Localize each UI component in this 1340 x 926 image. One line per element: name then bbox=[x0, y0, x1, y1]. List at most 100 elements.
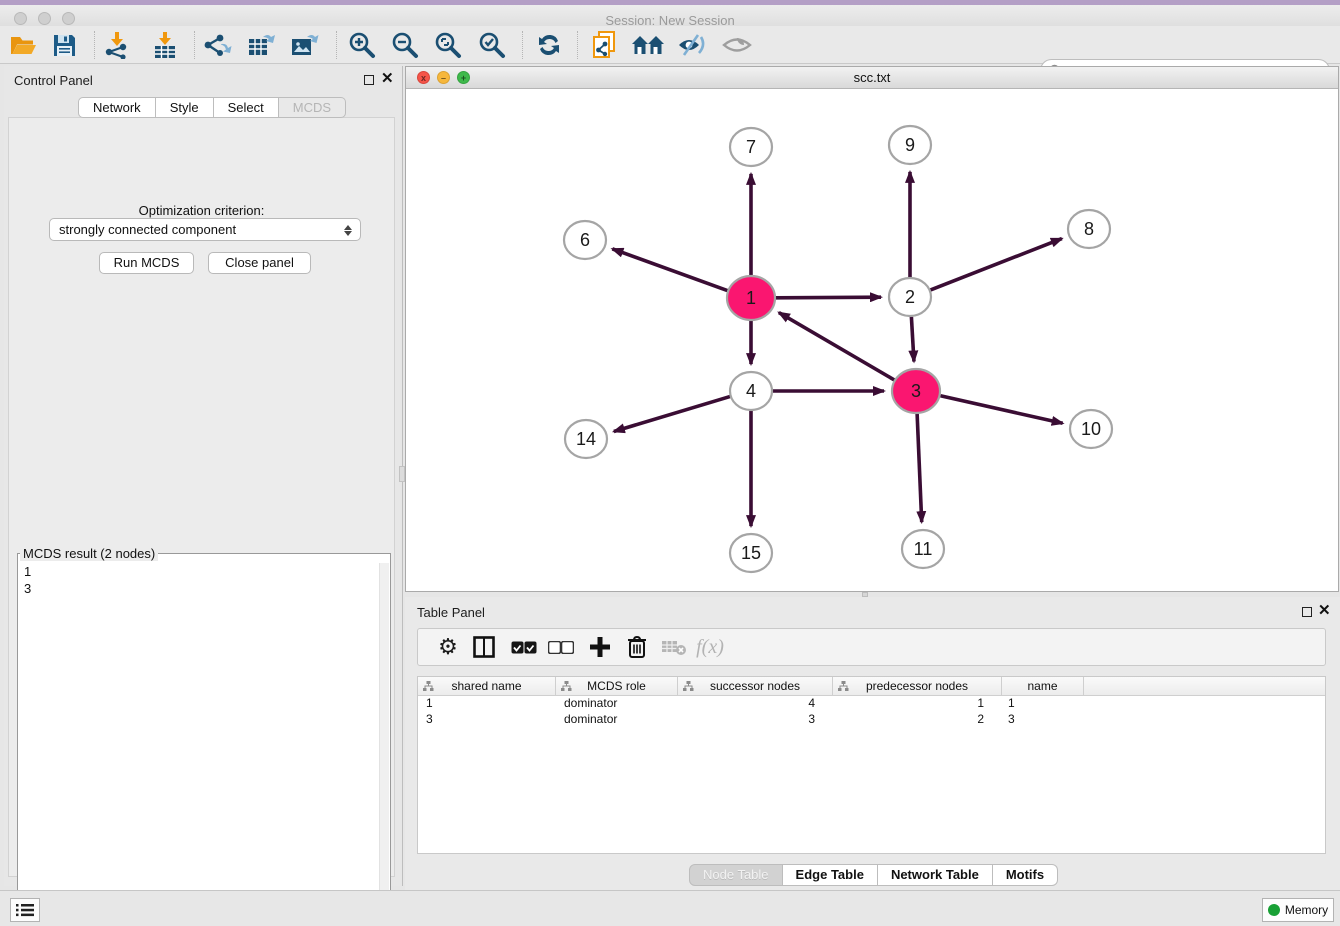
save-session-icon[interactable] bbox=[47, 29, 81, 61]
table-cell[interactable]: dominator bbox=[556, 712, 678, 728]
result-scrollbar[interactable] bbox=[379, 563, 389, 919]
edge-1-6[interactable] bbox=[612, 249, 727, 291]
table-close-icon[interactable]: ✕ bbox=[1318, 602, 1331, 620]
table-float-icon[interactable] bbox=[1302, 607, 1312, 617]
table-cell[interactable]: dominator bbox=[556, 696, 678, 712]
column-label: MCDS role bbox=[587, 679, 646, 693]
node-label: 14 bbox=[576, 429, 596, 449]
network-canvas[interactable]: 7968124314101511 bbox=[406, 89, 1338, 591]
criterion-select[interactable]: strongly connected component bbox=[49, 218, 361, 241]
network-view-title: scc.txt bbox=[406, 67, 1338, 89]
task-history-button[interactable] bbox=[10, 898, 40, 922]
table-cell[interactable]: 4 bbox=[678, 696, 833, 712]
mcds-result-line: 1 bbox=[24, 563, 31, 580]
node-label: 1 bbox=[746, 288, 756, 308]
tab-style[interactable]: Style bbox=[156, 97, 214, 118]
settings-gear-icon[interactable]: ⚙ bbox=[432, 631, 464, 663]
table-row[interactable]: 3dominator323 bbox=[418, 712, 1325, 728]
edge-4-14[interactable] bbox=[614, 397, 730, 432]
export-image-icon[interactable] bbox=[288, 29, 322, 61]
edge-3-1[interactable] bbox=[779, 313, 894, 380]
node-label: 9 bbox=[905, 135, 915, 155]
memory-button[interactable]: Memory bbox=[1262, 898, 1334, 922]
header-filler bbox=[1084, 677, 1325, 695]
node-table[interactable]: shared name MCDS role successor nodes prede… bbox=[417, 676, 1326, 854]
table-cell[interactable]: 1 bbox=[1002, 696, 1084, 712]
tab-network-table[interactable]: Network Table bbox=[878, 864, 993, 886]
node-label: 7 bbox=[746, 137, 756, 157]
tab-select[interactable]: Select bbox=[214, 97, 279, 118]
memory-status-icon bbox=[1268, 904, 1280, 916]
network-graph[interactable]: 7968124314101511 bbox=[406, 89, 1338, 591]
float-panel-icon[interactable] bbox=[364, 75, 374, 85]
node-label: 3 bbox=[911, 381, 921, 401]
delete-table-icon[interactable] bbox=[658, 631, 690, 663]
export-network-icon[interactable] bbox=[201, 29, 235, 61]
column-label: successor nodes bbox=[710, 679, 800, 693]
table-panel: Table Panel ✕ ⚙ f(x) shared nameMCDS rol… bbox=[405, 597, 1340, 890]
select-stepper-icon bbox=[343, 222, 353, 238]
table-cell[interactable]: 3 bbox=[418, 712, 556, 728]
app-titlebar: Session: New Session bbox=[0, 5, 1340, 26]
refresh-icon[interactable] bbox=[532, 29, 566, 61]
column-header-successor-nodes[interactable]: successor nodes bbox=[678, 677, 833, 695]
table-cell[interactable]: 1 bbox=[833, 696, 1002, 712]
column-header-shared-name[interactable]: shared name bbox=[418, 677, 556, 695]
column-label: shared name bbox=[451, 679, 521, 693]
delete-column-icon[interactable] bbox=[621, 631, 653, 663]
close-panel-button[interactable]: Close panel bbox=[208, 252, 311, 274]
table-toolbar: ⚙ f(x) bbox=[417, 628, 1326, 666]
node-label: 10 bbox=[1081, 419, 1101, 439]
node-label: 15 bbox=[741, 543, 761, 563]
hide-selected-icon[interactable] bbox=[675, 29, 709, 61]
mcds-result-title: MCDS result (2 nodes) bbox=[20, 546, 158, 561]
column-tree-icon bbox=[423, 681, 434, 692]
function-builder-icon[interactable]: f(x) bbox=[694, 631, 726, 663]
column-tree-icon bbox=[561, 681, 572, 692]
fit-content-icon[interactable] bbox=[431, 29, 465, 61]
export-table-icon[interactable] bbox=[245, 29, 279, 61]
column-header-MCDS-role[interactable]: MCDS role bbox=[556, 677, 678, 695]
import-network-icon[interactable] bbox=[100, 29, 134, 61]
column-header-name[interactable]: name bbox=[1002, 677, 1084, 695]
edge-3-10[interactable] bbox=[940, 396, 1062, 423]
tab-node-table[interactable]: Node Table bbox=[689, 864, 783, 886]
column-layout-icon[interactable] bbox=[468, 631, 500, 663]
edge-1-2[interactable] bbox=[776, 297, 881, 298]
mcds-result-line: 3 bbox=[24, 580, 31, 597]
network-view-window: x – + scc.txt 7968124314101511 bbox=[405, 66, 1339, 592]
table-cell[interactable]: 3 bbox=[678, 712, 833, 728]
zoom-out-icon[interactable] bbox=[388, 29, 422, 61]
control-panel-title: Control Panel bbox=[14, 73, 93, 88]
column-label: predecessor nodes bbox=[866, 679, 968, 693]
add-column-icon[interactable] bbox=[584, 631, 616, 663]
mcds-result-list[interactable]: 13 bbox=[24, 563, 31, 597]
duplicate-network-icon[interactable] bbox=[588, 29, 622, 61]
network-view-titlebar[interactable]: x – + scc.txt bbox=[406, 67, 1338, 89]
tab-network[interactable]: Network bbox=[78, 97, 156, 118]
deselect-all-icon[interactable] bbox=[545, 631, 577, 663]
close-panel-icon[interactable]: ✕ bbox=[381, 70, 394, 88]
zoom-in-icon[interactable] bbox=[345, 29, 379, 61]
table-row[interactable]: 1dominator411 bbox=[418, 696, 1325, 712]
table-cell[interactable]: 3 bbox=[1002, 712, 1084, 728]
table-header-row: shared name MCDS role successor nodes prede… bbox=[418, 677, 1325, 696]
first-neighbors-icon[interactable] bbox=[631, 29, 665, 61]
edge-2-8[interactable] bbox=[931, 239, 1062, 290]
zoom-selected-icon[interactable] bbox=[475, 29, 509, 61]
table-cell[interactable]: 2 bbox=[833, 712, 1002, 728]
show-hidden-icon[interactable] bbox=[720, 29, 754, 61]
tab-motifs[interactable]: Motifs bbox=[993, 864, 1058, 886]
table-cell[interactable]: 1 bbox=[418, 696, 556, 712]
select-all-icon[interactable] bbox=[508, 631, 540, 663]
edge-3-11[interactable] bbox=[917, 414, 922, 523]
column-header-predecessor-nodes[interactable]: predecessor nodes bbox=[833, 677, 1002, 695]
run-mcds-button[interactable]: Run MCDS bbox=[99, 252, 194, 274]
edge-2-3[interactable] bbox=[911, 317, 914, 362]
node-label: 4 bbox=[746, 381, 756, 401]
open-session-icon[interactable] bbox=[6, 29, 40, 61]
import-table-icon[interactable] bbox=[148, 29, 182, 61]
mcds-panel-body: Optimization criterion: strongly connect… bbox=[8, 117, 395, 877]
tab-edge-table[interactable]: Edge Table bbox=[783, 864, 878, 886]
tab-mcds[interactable]: MCDS bbox=[279, 97, 346, 118]
